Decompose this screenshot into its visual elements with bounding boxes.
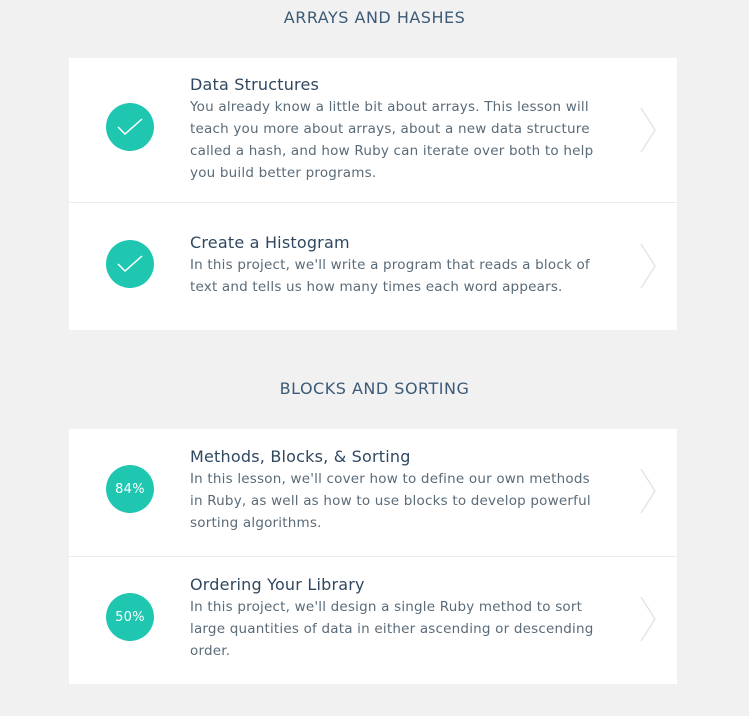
lesson-description: In this project, we'll write a program t… [190,257,590,295]
progress-label: 84% [115,481,145,497]
lesson-title: Data Structures [190,75,320,94]
checkmark-icon [117,118,143,136]
lesson-item-methods-blocks-sorting[interactable]: 84% Methods, Blocks, & Sorting In this l… [69,429,677,557]
progress-label: 50% [115,609,145,625]
completed-badge [106,240,154,288]
progress-badge: 84% [106,465,154,513]
lesson-title: Ordering Your Library [190,575,365,594]
chevron-right-icon[interactable] [639,242,659,290]
lesson-description: You already know a little bit about arra… [190,99,594,181]
section-title-arrays-and-hashes: ARRAYS AND HASHES [283,8,466,27]
progress-badge: 50% [106,593,154,641]
lesson-item-ordering-your-library[interactable]: 50% Ordering Your Library In this projec… [69,557,677,684]
lesson-description: In this project, we'll design a single R… [190,599,594,659]
lesson-card-arrays-and-hashes: Data Structures You already know a littl… [69,58,677,330]
lesson-card-blocks-and-sorting: 84% Methods, Blocks, & Sorting In this l… [69,429,677,684]
lesson-item-data-structures[interactable]: Data Structures You already know a littl… [69,58,677,203]
lesson-item-create-a-histogram[interactable]: Create a Histogram In this project, we'l… [69,203,677,330]
completed-badge [106,103,154,151]
chevron-right-icon[interactable] [639,106,659,154]
checkmark-icon [117,255,143,273]
chevron-right-icon[interactable] [639,595,659,643]
lesson-title: Methods, Blocks, & Sorting [190,447,411,466]
lesson-title: Create a Histogram [190,233,350,252]
chevron-right-icon[interactable] [639,467,659,515]
lesson-description: In this lesson, we'll cover how to defin… [190,471,591,531]
section-title-blocks-and-sorting: BLOCKS AND SORTING [279,379,470,398]
